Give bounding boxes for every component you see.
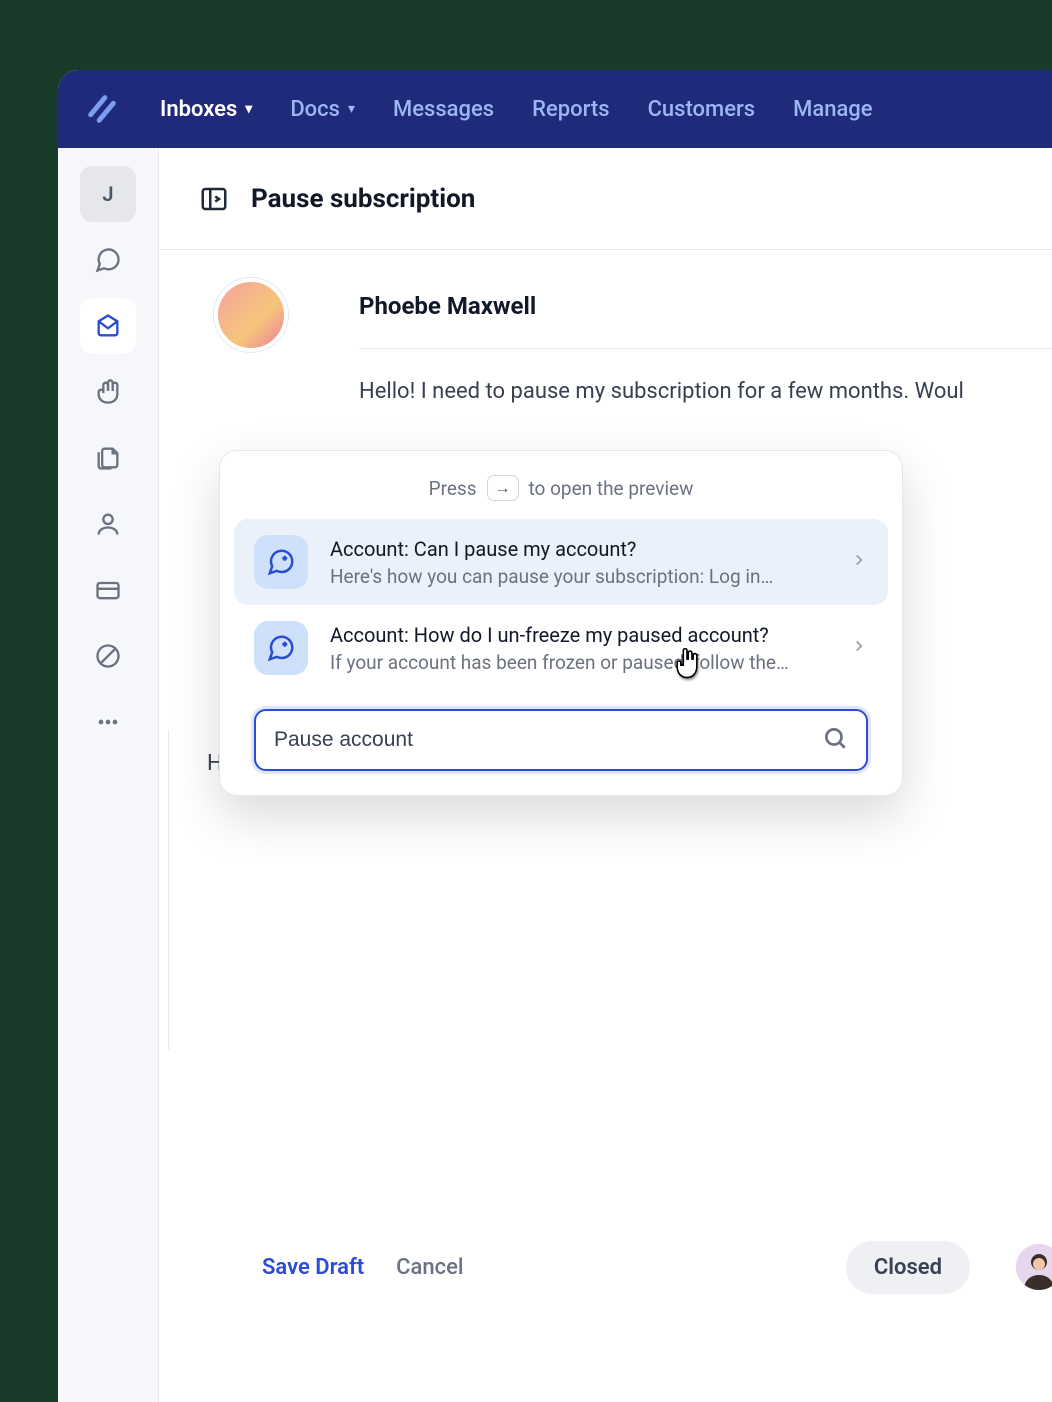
nav-label: Docs — [290, 97, 340, 122]
save-draft-button[interactable]: Save Draft — [262, 1255, 364, 1280]
nav-manage[interactable]: Manage — [793, 97, 872, 122]
more-icon — [94, 708, 122, 736]
sidebar: J — [58, 148, 158, 1402]
message-text: Hello! I need to pause my subscription f… — [359, 375, 1052, 408]
person-icon — [94, 510, 122, 538]
card-icon — [94, 576, 122, 604]
nav-label: Reports — [532, 97, 609, 122]
sidebar-more[interactable] — [80, 694, 136, 750]
block-icon — [94, 642, 122, 670]
app-logo-icon[interactable] — [82, 89, 122, 129]
result-body: Account: How do I un-freeze my paused ac… — [330, 623, 828, 674]
result-title: Account: How do I un-freeze my paused ac… — [330, 623, 828, 647]
sidebar-chat[interactable] — [80, 232, 136, 288]
reply-icon — [254, 621, 308, 675]
toggle-panel-icon[interactable] — [199, 184, 229, 214]
result-subtitle: If your account has been frozen or pause… — [330, 651, 828, 674]
search-icon — [822, 725, 848, 755]
nav-reports[interactable]: Reports — [532, 97, 609, 122]
sidebar-blocked[interactable] — [80, 628, 136, 684]
inbox-icon — [94, 312, 122, 340]
search-input[interactable] — [274, 728, 822, 752]
nav-customers[interactable]: Customers — [648, 97, 756, 122]
search-field-wrapper[interactable] — [254, 709, 868, 771]
sidebar-billing[interactable] — [80, 562, 136, 618]
arrow-key-icon: → — [487, 475, 519, 501]
search-result-1[interactable]: Account: Can I pause my account? Here's … — [234, 519, 888, 605]
popup-hint: Press → to open the preview — [234, 465, 888, 519]
nav-messages[interactable]: Messages — [393, 97, 494, 122]
chat-icon — [94, 246, 122, 274]
status-closed-button[interactable]: Closed — [846, 1241, 970, 1294]
chevron-down-icon: ▾ — [245, 101, 252, 117]
result-subtitle: Here's how you can pause your subscripti… — [330, 565, 828, 588]
nav-label: Messages — [393, 97, 494, 122]
sidebar-hand[interactable] — [80, 364, 136, 420]
sidebar-profile[interactable] — [80, 496, 136, 552]
divider — [359, 348, 1052, 349]
user-initial: J — [102, 182, 113, 206]
hint-pre: Press — [429, 477, 477, 500]
sidebar-user-avatar[interactable]: J — [80, 166, 136, 222]
hint-post: to open the preview — [529, 477, 694, 500]
search-result-2[interactable]: Account: How do I un-freeze my paused ac… — [234, 605, 888, 691]
customer-avatar[interactable] — [214, 278, 288, 352]
sidebar-inbox[interactable] — [80, 298, 136, 354]
conversation-header: Pause subscription — [159, 148, 1052, 250]
nav-label: Inboxes — [160, 97, 237, 122]
chevron-down-icon: ▾ — [348, 101, 355, 117]
chevron-right-icon — [850, 551, 868, 573]
compose-footer: Save Draft Cancel Closed — [168, 1222, 1052, 1312]
chevron-right-icon — [850, 637, 868, 659]
result-body: Account: Can I pause my account? Here's … — [330, 537, 828, 588]
hand-icon — [94, 378, 122, 406]
assignee-avatar[interactable] — [1016, 1244, 1052, 1290]
nav-inboxes[interactable]: Inboxes ▾ — [160, 97, 252, 122]
cancel-button[interactable]: Cancel — [396, 1255, 463, 1280]
nav-label: Customers — [648, 97, 756, 122]
saved-replies-popup: Press → to open the preview Account: Can… — [219, 450, 903, 796]
nav-label: Manage — [793, 97, 872, 122]
reply-icon — [254, 535, 308, 589]
sidebar-docs[interactable] — [80, 430, 136, 486]
nav-docs[interactable]: Docs ▾ — [290, 97, 355, 122]
documents-icon — [94, 444, 122, 472]
result-title: Account: Can I pause my account? — [330, 537, 828, 561]
sender-name: Phoebe Maxwell — [359, 292, 1052, 320]
message-block: Phoebe Maxwell Hello! I need to pause my… — [359, 280, 1052, 408]
top-nav: Inboxes ▾ Docs ▾ Messages Reports Custom… — [58, 70, 1052, 148]
conversation-title: Pause subscription — [251, 184, 475, 214]
